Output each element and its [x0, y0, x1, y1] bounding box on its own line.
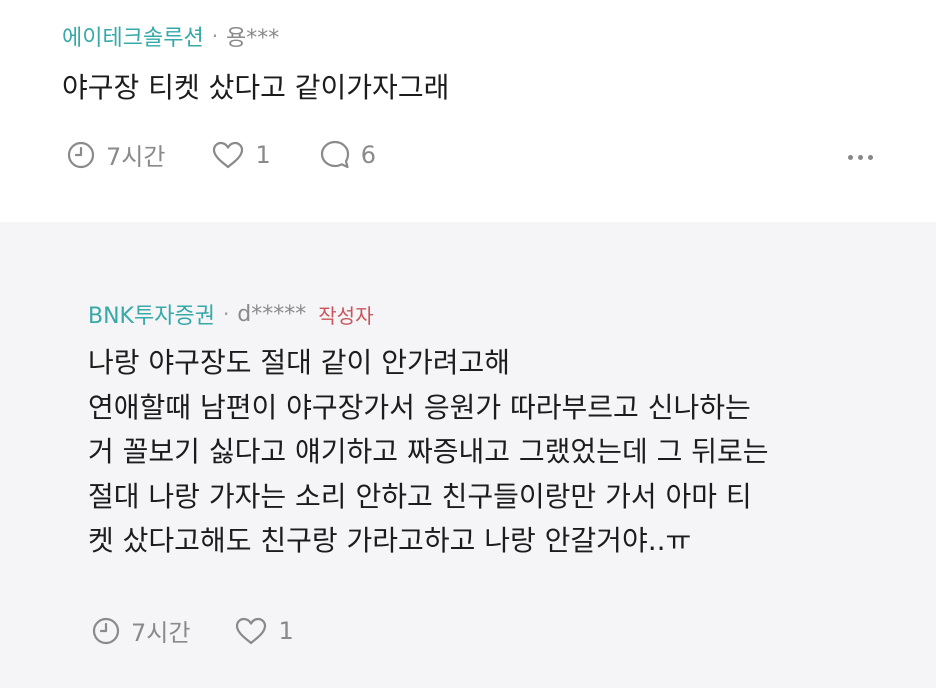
comment-like-button[interactable]: 1: [211, 140, 271, 170]
comment-like-count: 1: [255, 140, 271, 169]
comment-text-line: 야구장 티켓 샀다고 같이가자그래: [62, 71, 450, 104]
reply-actions: 7시간 1: [91, 613, 294, 648]
comment-username: 용***: [226, 26, 280, 51]
reply-text-line: 켓 샀다고해도 친구랑 가라고하고 나랑 안갈거야..ㅠ: [88, 524, 692, 557]
reply-text-line: 연애할때 남편이 야구장가서 응원가 따라부르고 신나하는: [88, 390, 751, 424]
meta-separator: ·: [211, 24, 219, 48]
heart-icon: [236, 617, 267, 644]
reply-text-line: 절대 나랑 가자는 소리 안하고 친구들이랑만 가서 아마 티: [88, 479, 752, 513]
author-badge: 작성자: [318, 303, 374, 328]
comment-meta: 에이테크솔루션 · 용***: [62, 20, 279, 52]
comment-reply-count: 6: [360, 140, 376, 169]
comment-time: 7시간: [66, 137, 165, 172]
speech-bubble-icon: [320, 140, 349, 168]
clock-icon: [92, 617, 120, 644]
reply-like-button[interactable]: 1: [234, 616, 294, 646]
comment-card: 에이테크솔루션 · 용*** 야구장 티켓 샀다고 같이가자그래 7시간 1 6: [0, 0, 946, 210]
meta-separator: ·: [222, 302, 230, 326]
reply-time: 7시간: [91, 613, 190, 648]
reply-text: 나랑 야구장도 절대 같이 안가려고해 연애할때 남편이 야구장가서 응원가 따…: [88, 341, 769, 564]
reply-meta: BNK투자증권 · d***** 작성자: [88, 298, 373, 330]
more-dots-icon: [848, 155, 853, 160]
reply-text-line: 나랑 야구장도 절대 같이 안가려고해: [88, 346, 511, 379]
more-dots-icon: [868, 155, 873, 160]
comment-text: 야구장 티켓 샀다고 같이가자그래: [62, 66, 449, 111]
reply-text-line: 거 꼴보기 싫다고 얘기하고 짜증내고 그랬었는데 그 뒤로는: [88, 435, 769, 468]
comment-reply-button[interactable]: 6: [319, 139, 376, 171]
clock-icon: [67, 141, 95, 168]
reply-card: BNK투자증권 · d***** 작성자 나랑 야구장도 절대 같이 안가려고해…: [0, 222, 936, 688]
more-dots-icon: [858, 155, 863, 160]
reply-like-count: 1: [278, 616, 294, 645]
comment-time-text: 7시간: [106, 143, 166, 171]
comment-actions: 7시간 1 6: [66, 137, 376, 172]
heart-icon: [213, 141, 244, 168]
reply-company[interactable]: BNK투자증권: [88, 298, 215, 330]
reply-time-text: 7시간: [131, 619, 191, 647]
more-options-button[interactable]: [848, 155, 873, 160]
comment-company[interactable]: 에이테크솔루션: [62, 20, 204, 52]
reply-username: d*****: [237, 301, 307, 327]
